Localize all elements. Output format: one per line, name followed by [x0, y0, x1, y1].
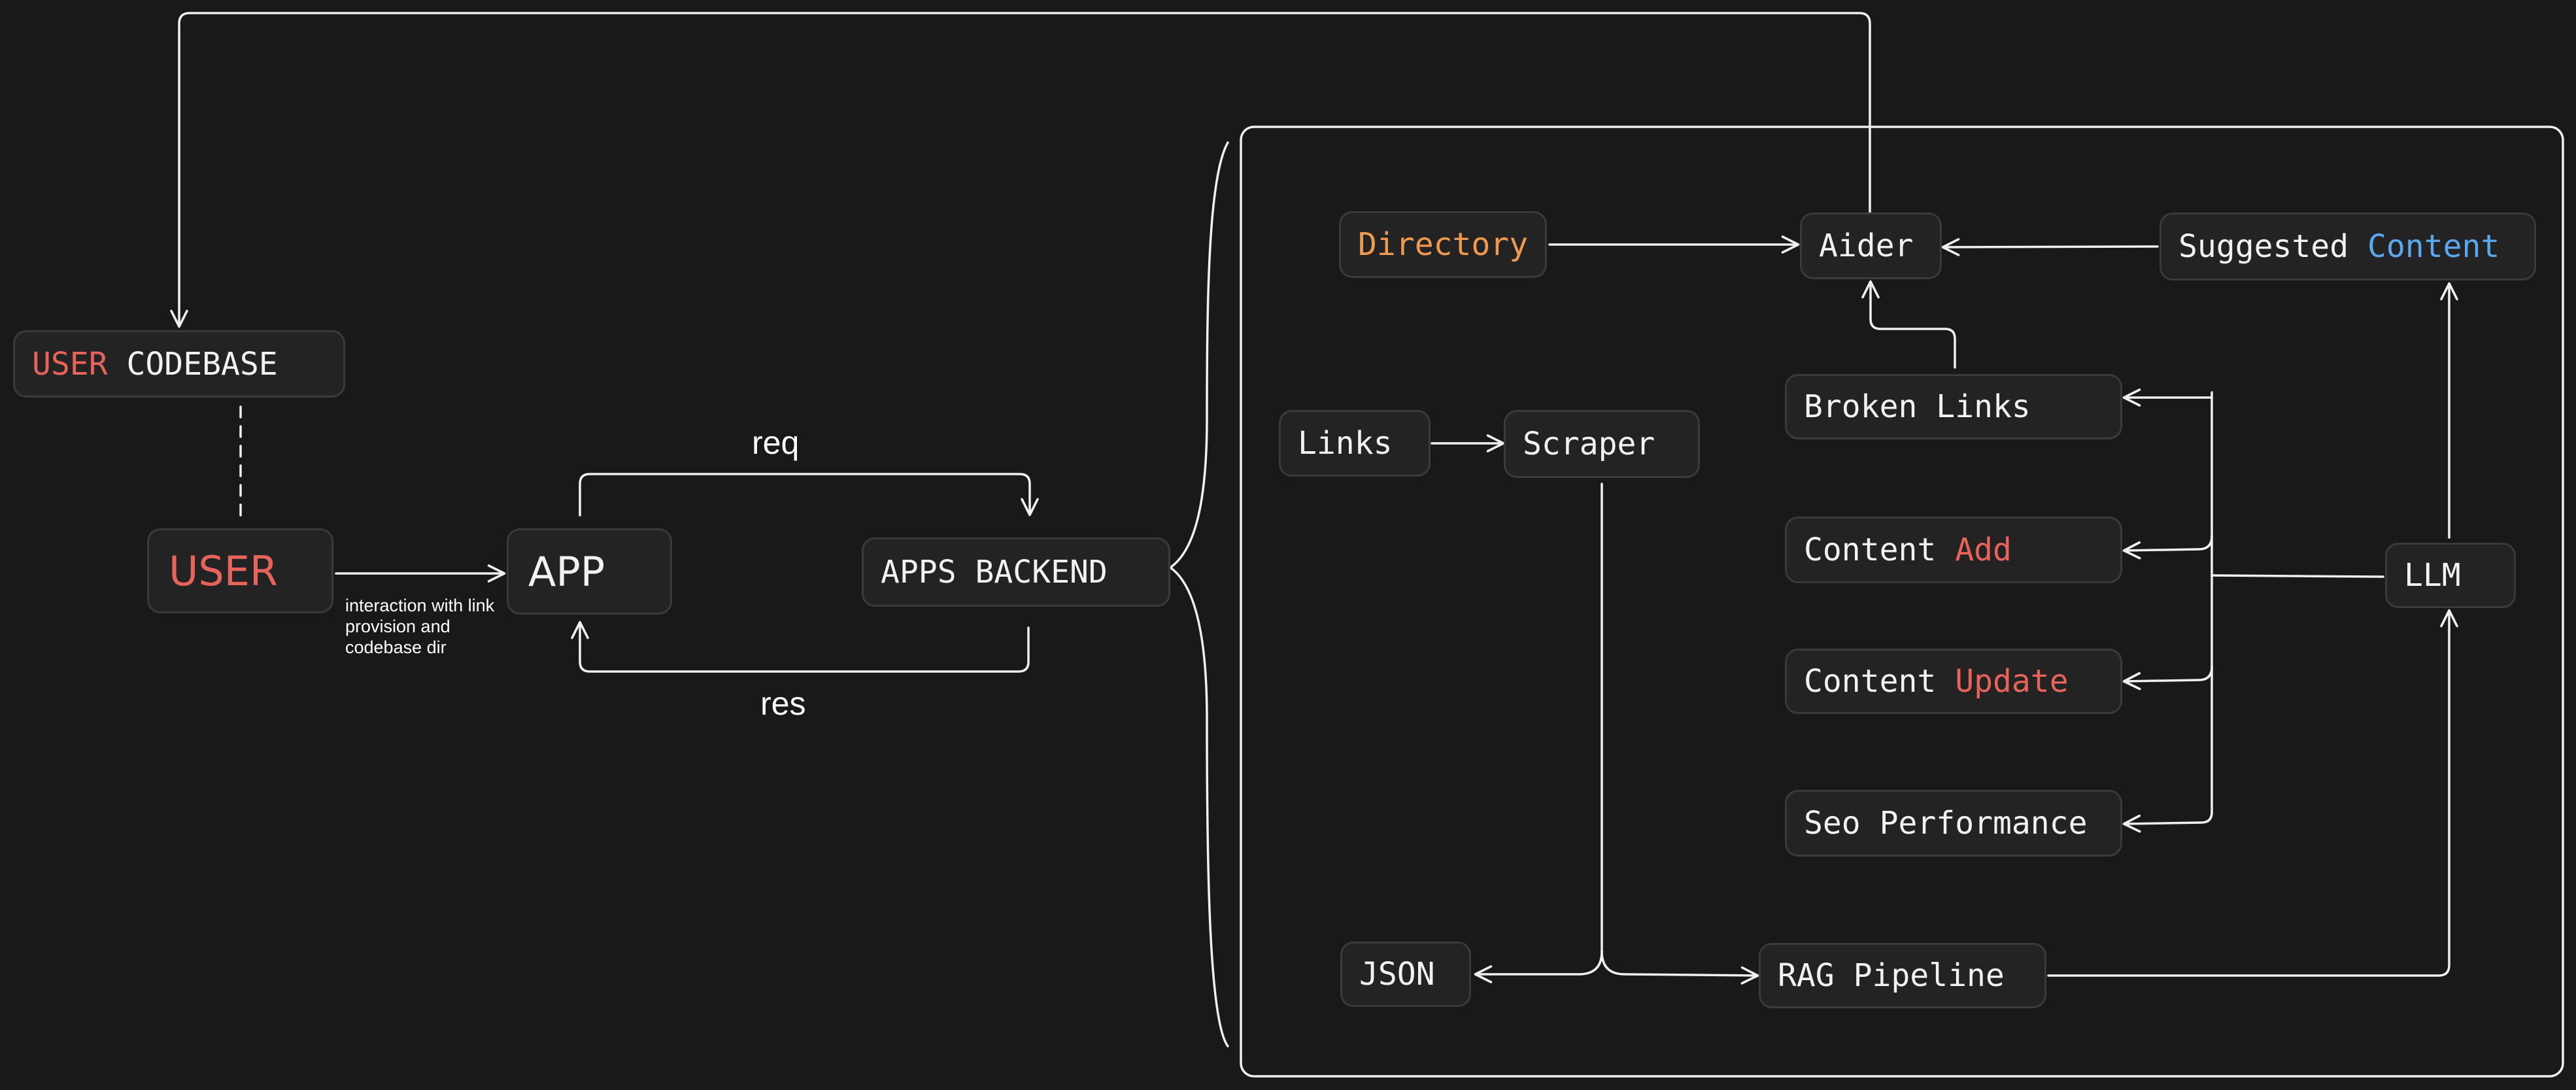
edge-to-seo-performance	[2122, 811, 2213, 833]
edge-aider-to-user-codebase	[170, 12, 1871, 328]
edge-to-content-add	[2122, 535, 2213, 560]
node-user: USER	[147, 528, 333, 613]
edge-to-content-update	[2122, 666, 2213, 690]
llm-label: LLM	[2404, 557, 2461, 594]
edge-scraper-to-json	[1474, 950, 1603, 983]
directory-label: Directory	[1358, 226, 1529, 263]
content-add-text: Content	[1804, 532, 1937, 568]
node-rag-pipeline: RAG Pipeline	[1759, 943, 2046, 1008]
node-suggested-content: Suggested Content	[2160, 213, 2536, 281]
content-add-highlight: Add	[1955, 532, 2012, 568]
suggested-content-text: Suggested	[2178, 228, 2349, 265]
edge-llm-trunk	[2211, 574, 2384, 578]
content-update-highlight: Update	[1955, 663, 2069, 700]
node-content-add: Content Add	[1785, 517, 2122, 583]
node-llm: LLM	[2385, 543, 2516, 608]
node-aider: Aider	[1800, 213, 1942, 279]
json-label: JSON	[1359, 956, 1435, 993]
interaction-line-1: interaction with link	[345, 596, 495, 615]
links-label: Links	[1298, 425, 1393, 462]
node-content-update: Content Update	[1785, 649, 2122, 714]
node-scraper: Scraper	[1504, 410, 1700, 478]
user-codebase-text: CODEBASE	[126, 345, 278, 383]
node-apps-backend: APPS BACKEND	[862, 537, 1170, 607]
backend-brace	[1169, 141, 1229, 1047]
user-label: USER	[169, 547, 278, 595]
interaction-note: interaction with link provision and code…	[345, 595, 494, 658]
interaction-line-3: codebase dir	[345, 638, 447, 657]
node-app: APP	[507, 528, 672, 615]
edge-req	[579, 473, 1039, 517]
node-json: JSON	[1340, 942, 1471, 1007]
interaction-line-2: provision and	[345, 617, 450, 636]
seo-performance-label: Seo Performance	[1804, 805, 2088, 842]
broken-links-label: Broken Links	[1804, 388, 2031, 425]
edge-broken-links-to-aider	[1861, 280, 1956, 369]
scraper-label: Scraper	[1523, 426, 1655, 462]
node-user-codebase: USER CODEBASE	[13, 330, 345, 398]
req-label: req	[752, 424, 800, 461]
edge-res	[571, 621, 1030, 673]
app-label: APP	[528, 547, 605, 596]
user-codebase-highlight: USER	[32, 345, 108, 383]
res-label: res	[760, 685, 806, 722]
rag-pipeline-label: RAG Pipeline	[1778, 957, 2005, 994]
node-broken-links: Broken Links	[1785, 374, 2122, 439]
edge-scraper-to-rag	[1601, 950, 1759, 985]
apps-backend-label: APPS BACKEND	[881, 554, 1108, 590]
suggested-content-highlight: Content	[2367, 228, 2500, 265]
content-update-text: Content	[1804, 663, 1937, 700]
node-directory: Directory	[1339, 211, 1547, 278]
aider-label: Aider	[1819, 228, 1914, 264]
node-seo-performance: Seo Performance	[1785, 790, 2122, 857]
diagram-canvas	[170, 12, 2564, 1078]
node-links: Links	[1279, 410, 1431, 477]
